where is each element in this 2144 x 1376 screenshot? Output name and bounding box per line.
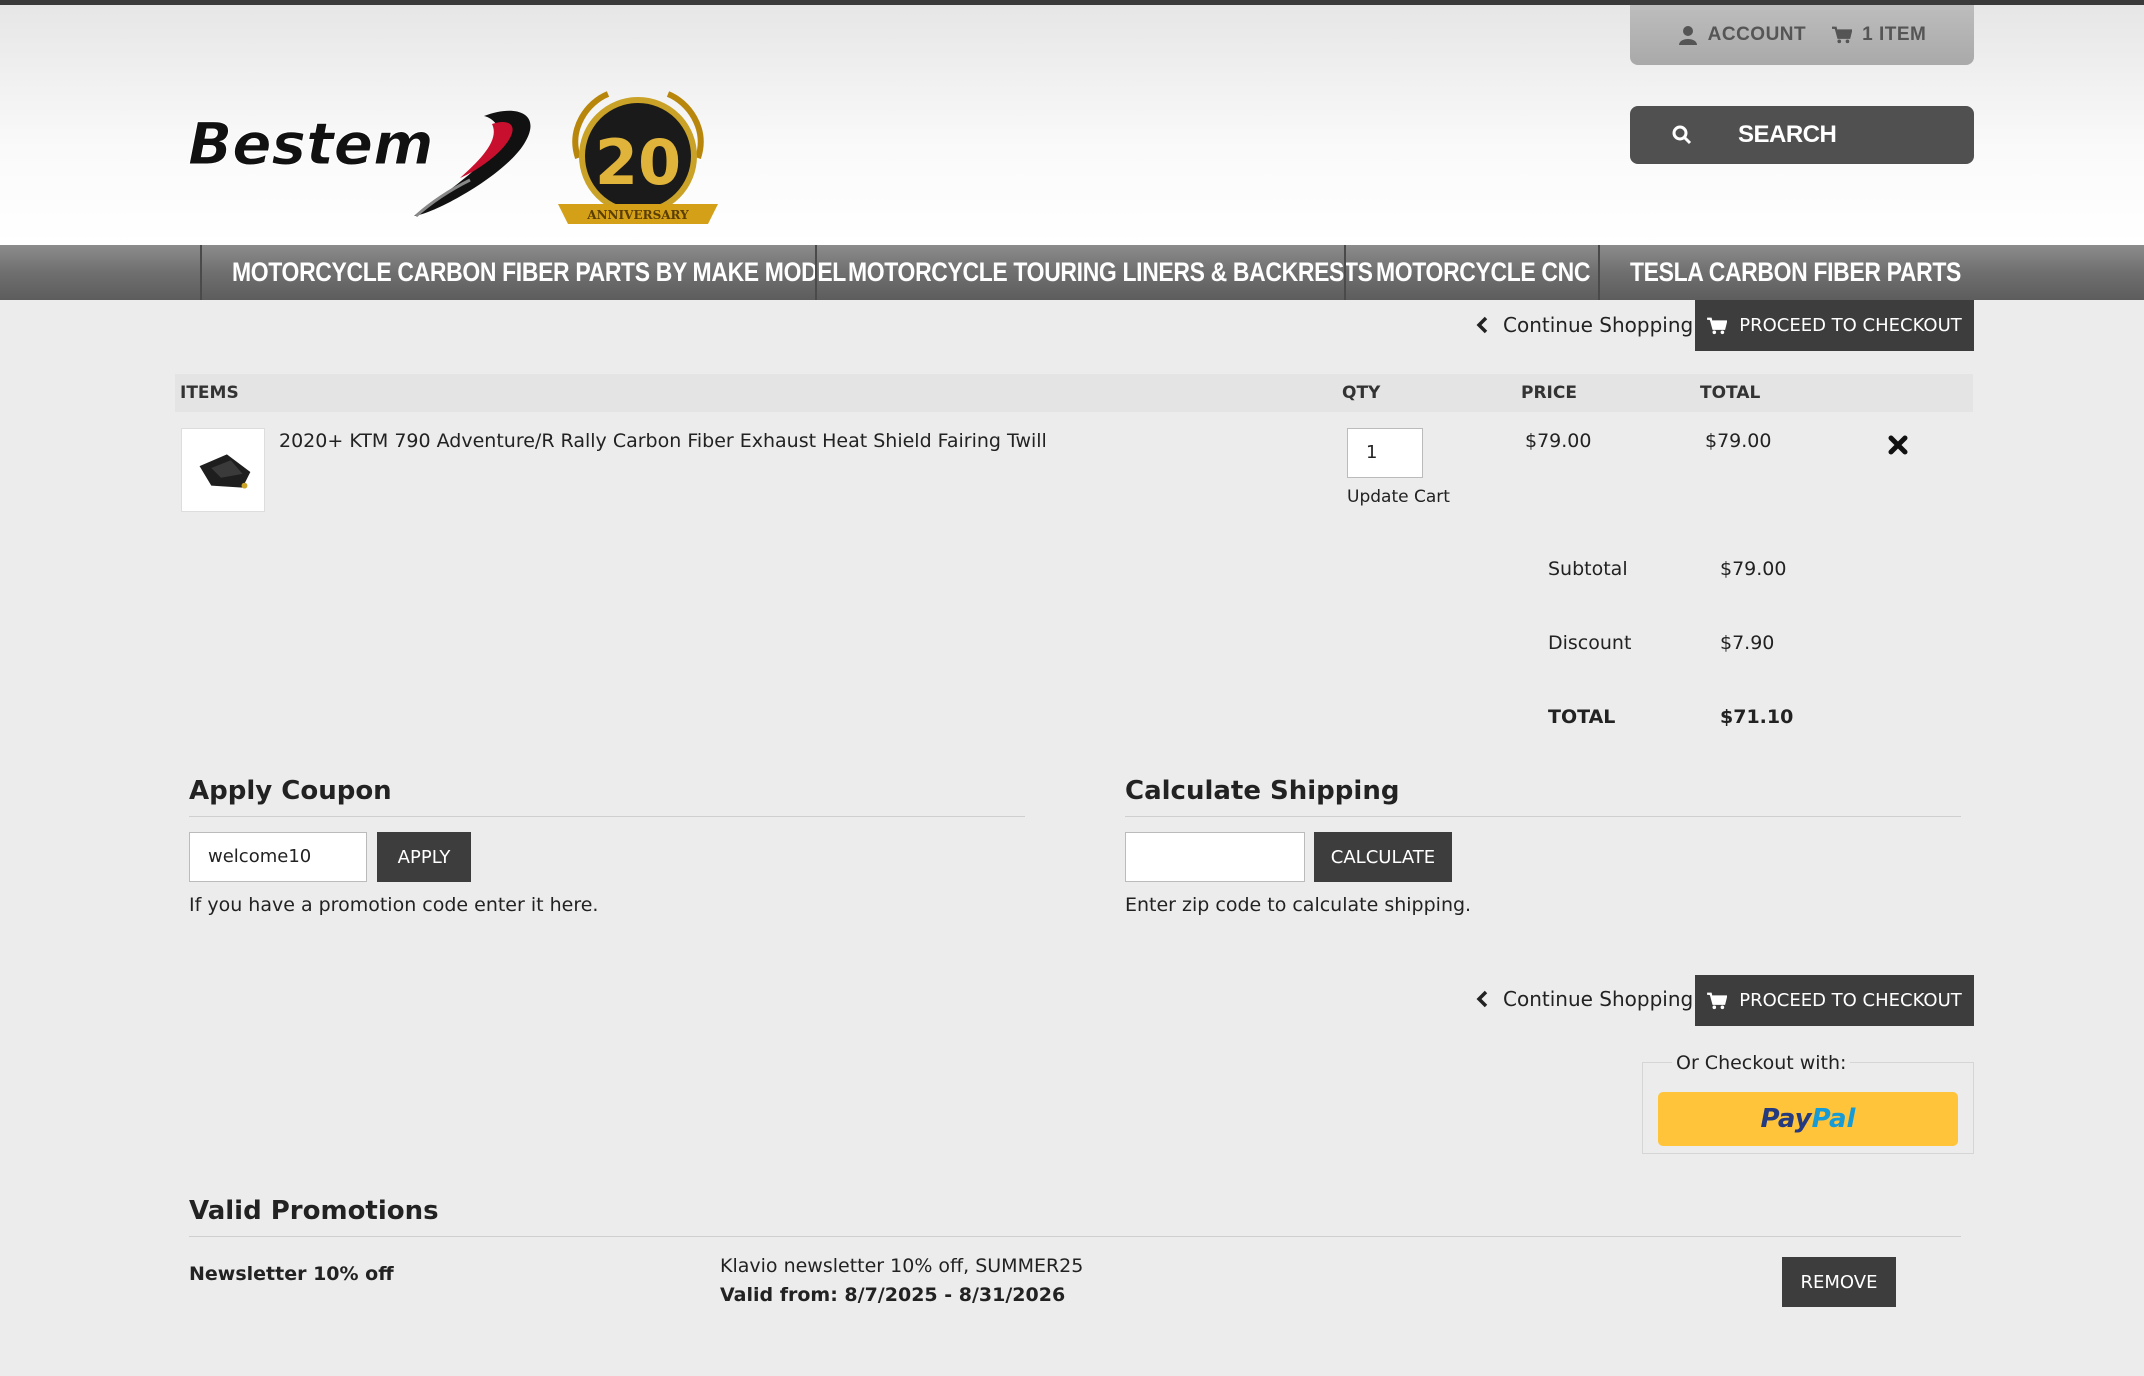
divider <box>189 816 1025 817</box>
continue-shopping-link-bottom[interactable]: Continue Shopping <box>1475 987 1693 1011</box>
promotion-name: Newsletter 10% off <box>189 1263 394 1285</box>
proceed-to-checkout-button-top[interactable]: PROCEED TO CHECKOUT <box>1695 300 1974 351</box>
promotion-validity: Valid from: 8/7/2025 - 8/31/2026 <box>720 1284 1066 1306</box>
table-row: 2020+ KTM 790 Adventure/R Rally Carbon F… <box>175 420 1973 520</box>
user-icon <box>1678 26 1697 45</box>
subtotal-value: $79.00 <box>1720 558 1787 580</box>
svg-text:ANNIVERSARY: ANNIVERSARY <box>586 208 689 222</box>
nav-divider <box>1344 245 1346 300</box>
zip-code-input[interactable] <box>1125 832 1305 882</box>
divider <box>189 1236 1961 1237</box>
svg-text:Bestem: Bestem <box>188 110 434 178</box>
cart-count-label: 1 ITEM <box>1862 24 1927 45</box>
continue-shopping-label: Continue Shopping <box>1503 313 1694 337</box>
header-total: TOTAL <box>1700 383 1761 403</box>
remove-promotion-button[interactable]: REMOVE <box>1782 1257 1896 1307</box>
subtotal-label: Subtotal <box>1548 558 1628 580</box>
continue-shopping-link-top[interactable]: Continue Shopping <box>1475 313 1693 337</box>
total-value: $71.10 <box>1720 706 1794 728</box>
shipping-help-text: Enter zip code to calculate shipping. <box>1125 894 1472 916</box>
bestem-logo[interactable]: Bestem <box>184 104 536 222</box>
item-total: $79.00 <box>1705 430 1772 452</box>
calculate-shipping-title: Calculate Shipping <box>1125 776 1400 806</box>
discount-label: Discount <box>1548 632 1632 654</box>
cart-icon <box>1707 992 1728 1009</box>
item-price: $79.00 <box>1525 430 1592 452</box>
nav-item-touring-liners[interactable]: MOTORCYCLE TOURING LINERS & BACKRESTS <box>848 245 1373 300</box>
quantity-input[interactable]: 1 <box>1347 428 1423 478</box>
remove-item-button[interactable] <box>1887 434 1909 456</box>
product-name-link[interactable]: 2020+ KTM 790 Adventure/R Rally Carbon F… <box>279 430 1047 452</box>
nav-item-motorcycle-cnc[interactable]: MOTORCYCLE CNC <box>1376 245 1590 300</box>
or-checkout-label: Or Checkout with: <box>1672 1052 1851 1074</box>
close-icon <box>1888 435 1908 455</box>
paypal-button[interactable]: Pay Pal <box>1658 1092 1958 1146</box>
cart-icon <box>1707 317 1728 334</box>
nav-item-carbon-fiber-by-make[interactable]: MOTORCYCLE CARBON FIBER PARTS BY MAKE MO… <box>232 245 846 300</box>
continue-shopping-label: Continue Shopping <box>1503 987 1694 1011</box>
cart-link[interactable]: 1 ITEM <box>1832 24 1926 46</box>
main-nav: MOTORCYCLE CARBON FIBER PARTS BY MAKE MO… <box>0 245 2144 300</box>
search-icon <box>1672 125 1692 145</box>
cart-table-header: ITEMS QTY PRICE TOTAL <box>175 374 1973 412</box>
search-label: SEARCH <box>1738 121 1837 148</box>
header-items: ITEMS <box>180 383 239 403</box>
valid-promotions-title: Valid Promotions <box>189 1196 439 1226</box>
cart-icon <box>1832 26 1853 44</box>
apply-coupon-title: Apply Coupon <box>189 776 392 806</box>
account-label: ACCOUNT <box>1707 24 1807 45</box>
product-thumbnail[interactable] <box>181 428 265 512</box>
coupon-code-input[interactable]: welcome10 <box>189 832 367 882</box>
discount-value: $7.90 <box>1720 632 1775 654</box>
svg-text:20: 20 <box>595 126 681 199</box>
promotion-description: Klavio newsletter 10% off, SUMMER25 <box>720 1255 1084 1277</box>
checkout-label: PROCEED TO CHECKOUT <box>1739 315 1962 336</box>
header-qty: QTY <box>1342 383 1381 403</box>
search-button[interactable]: SEARCH <box>1630 106 1974 164</box>
nav-divider <box>815 245 817 300</box>
chevron-left-icon <box>1476 316 1488 334</box>
coupon-help-text: If you have a promotion code enter it he… <box>189 894 599 916</box>
nav-divider <box>1598 245 1600 300</box>
paypal-logo-part2: Pal <box>1811 1104 1856 1134</box>
update-cart-link[interactable]: Update Cart <box>1347 487 1450 507</box>
calculate-shipping-button[interactable]: CALCULATE <box>1314 832 1452 882</box>
proceed-to-checkout-button-bottom[interactable]: PROCEED TO CHECKOUT <box>1695 975 1974 1026</box>
apply-coupon-button[interactable]: APPLY <box>377 832 471 882</box>
anniversary-badge: 20 ANNIVERSARY <box>548 88 728 230</box>
account-link[interactable]: ACCOUNT <box>1678 24 1807 46</box>
total-label: TOTAL <box>1548 706 1616 728</box>
account-bar: ACCOUNT 1 ITEM <box>1630 5 1974 65</box>
nav-item-tesla-carbon-fiber[interactable]: TESLA CARBON FIBER PARTS <box>1630 245 1961 300</box>
nav-divider <box>200 245 202 300</box>
checkout-label: PROCEED TO CHECKOUT <box>1739 990 1962 1011</box>
chevron-left-icon <box>1476 990 1488 1008</box>
paypal-logo-part1: Pay <box>1760 1104 1812 1134</box>
divider <box>1125 816 1961 817</box>
header-price: PRICE <box>1521 383 1577 403</box>
